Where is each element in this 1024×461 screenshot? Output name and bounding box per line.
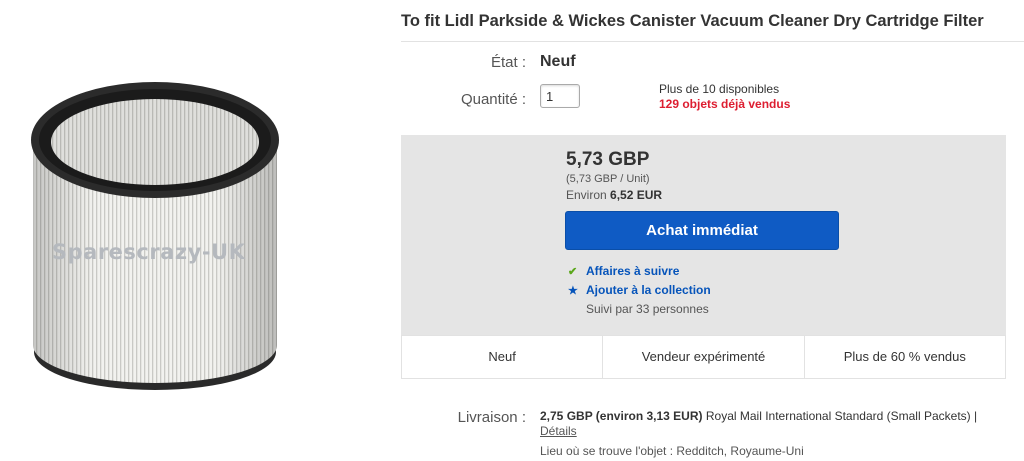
approx-price: Environ 6,52 EUR	[566, 188, 662, 202]
shipping-service: Royal Mail International Standard (Small…	[705, 409, 978, 423]
badge-seller: Vendeur expérimenté	[603, 336, 805, 378]
badge-sold: Plus de 60 % vendus	[843, 349, 966, 364]
condition-value: Neuf	[540, 53, 576, 70]
item-location: Lieu où se trouve l'objet : Redditch, Ro…	[540, 444, 804, 458]
unit-price: (5,73 GBP / Unit)	[566, 173, 650, 185]
title-divider	[401, 41, 1024, 42]
quantity-input[interactable]	[540, 84, 580, 108]
shipping-cost: 2,75 GBP (environ 3,13 EUR)	[540, 409, 703, 423]
availability-text: Plus de 10 disponibles	[659, 82, 780, 96]
check-icon: ✔	[568, 266, 578, 278]
add-to-collection-link[interactable]: ★ Ajouter à la collection	[568, 283, 711, 297]
filter-image	[31, 82, 279, 390]
star-icon: ★	[568, 285, 578, 297]
approx-value: 6,52 EUR	[610, 188, 663, 202]
buy-now-button[interactable]: Achat immédiat	[565, 211, 839, 250]
shipping-label: Livraison :	[457, 409, 526, 426]
quantity-label: Quantité :	[460, 91, 526, 108]
badge-condition: Neuf	[402, 336, 604, 378]
item-badges: Neuf Vendeur expérimenté Plus de 60 % ve…	[401, 335, 1006, 379]
sold-count: 129 objets déjà vendus	[659, 97, 791, 111]
collection-label: Ajouter à la collection	[586, 283, 711, 297]
watch-label: Affaires à suivre	[586, 264, 680, 278]
price: 5,73 GBP	[566, 149, 650, 170]
followers-count: Suivi par 33 personnes	[586, 302, 709, 316]
condition-label: État :	[490, 54, 526, 71]
product-image[interactable]: Sparescrazy-UK	[0, 0, 392, 461]
approx-prefix: Environ	[566, 188, 607, 202]
watermark-text: Sparescrazy-UK	[52, 240, 246, 264]
shipping-details-link[interactable]: Détails	[540, 424, 577, 438]
watch-link[interactable]: ✔ Affaires à suivre	[568, 264, 679, 278]
product-title: To fit Lidl Parkside & Wickes Canister V…	[401, 12, 984, 30]
shipping-info: 2,75 GBP (environ 3,13 EUR) Royal Mail I…	[540, 409, 990, 439]
